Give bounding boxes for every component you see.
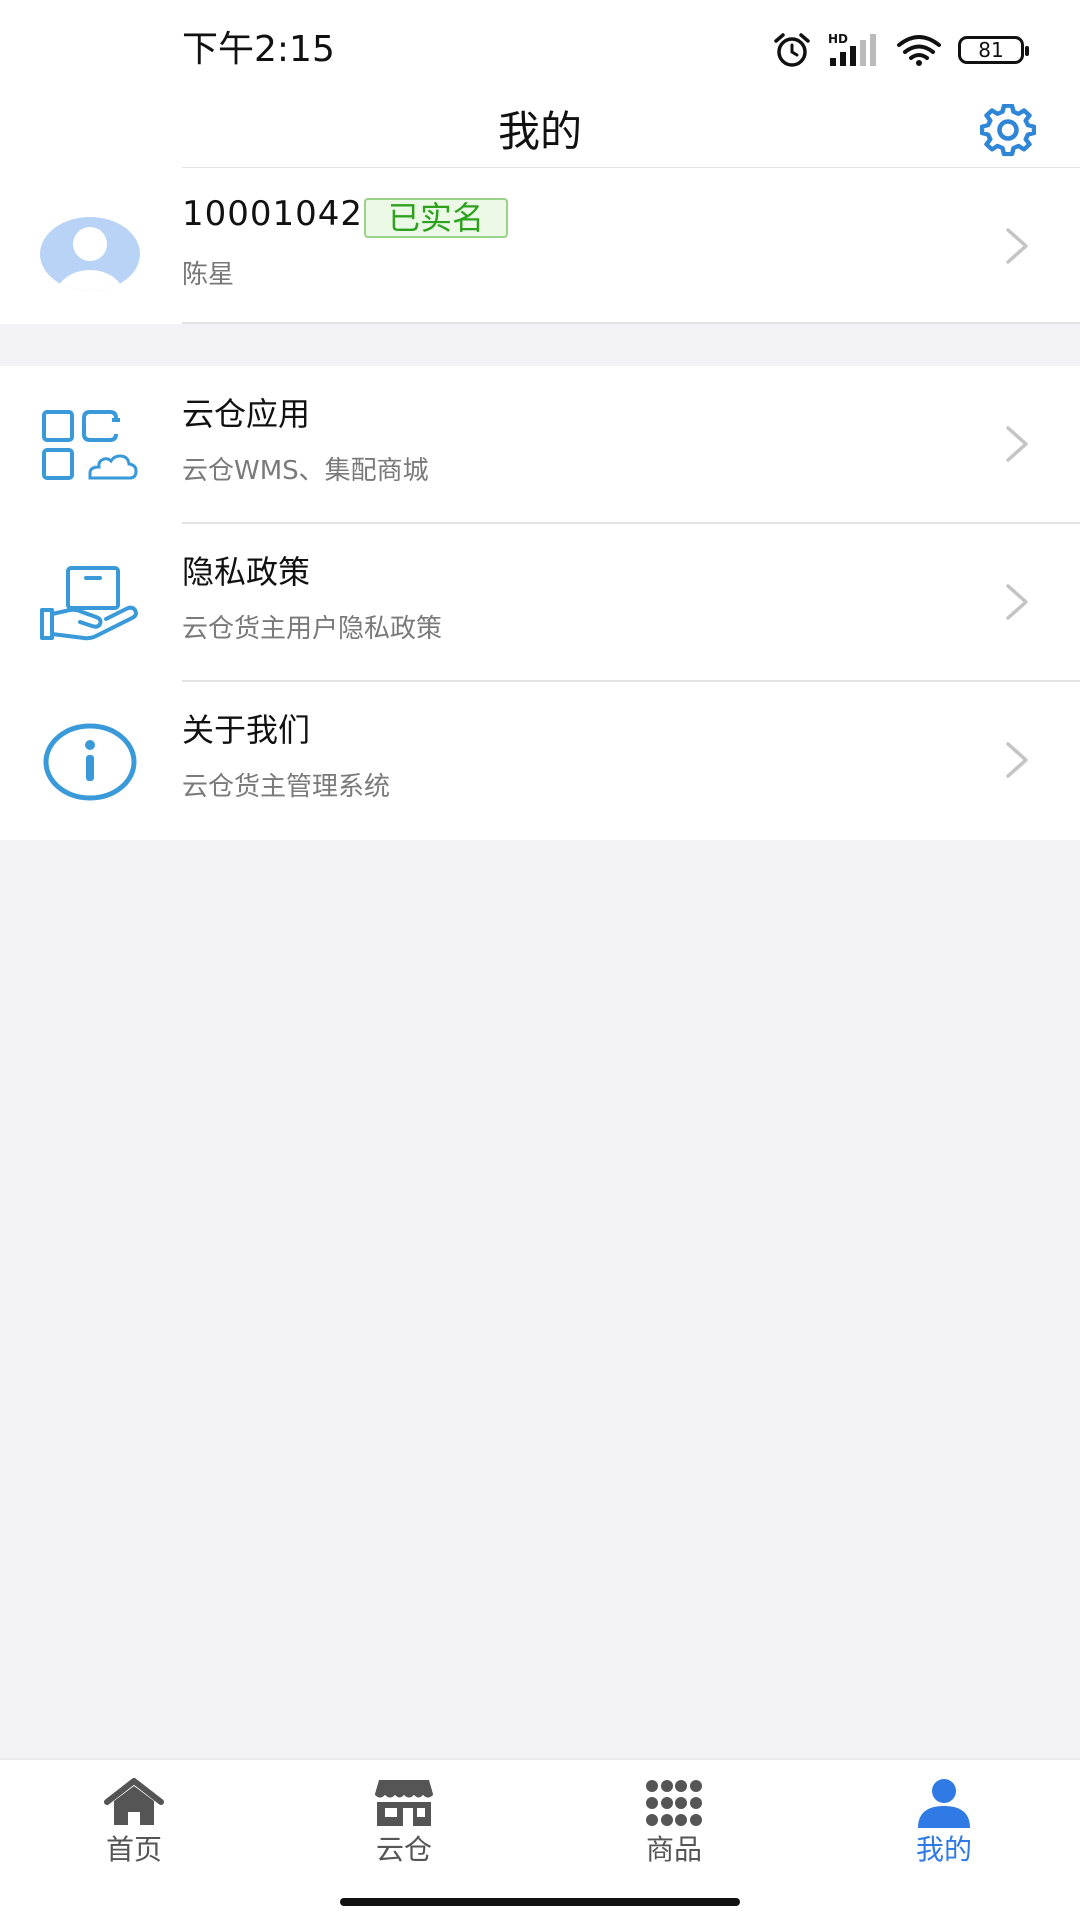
tab-label: 我的 xyxy=(915,1833,972,1866)
grid-dots-icon xyxy=(646,1780,702,1826)
apps-cloud-icon xyxy=(42,410,138,480)
menu-item-subtitle: 云仓货主管理系统 xyxy=(182,772,391,802)
page-title: 我的 xyxy=(497,107,582,156)
home-indicator xyxy=(340,1898,740,1906)
status-bar: 下午2:15 HD 81 xyxy=(0,0,1080,96)
avatar xyxy=(40,217,140,291)
hand-box-icon xyxy=(40,566,138,641)
battery-indicator: 81 xyxy=(958,36,1029,64)
tab-label: 首页 xyxy=(105,1833,162,1866)
profile-divider xyxy=(182,322,1080,324)
user-name: 陈星 xyxy=(182,260,235,290)
tab-label: 云仓 xyxy=(375,1833,432,1866)
user-id: 10001042 xyxy=(182,194,364,234)
menu-item-subtitle: 云仓货主用户隐私政策 xyxy=(182,614,443,644)
chevron-right-icon xyxy=(1006,228,1028,264)
nav-header: 我的 xyxy=(0,96,1080,168)
menu-item-about-us[interactable]: 关于我们 云仓货主管理系统 xyxy=(0,682,1080,838)
tab-label: 商品 xyxy=(645,1833,702,1866)
gear-icon xyxy=(980,104,1036,157)
battery-level: 81 xyxy=(978,38,1004,62)
verified-badge-label: 已实名 xyxy=(388,199,485,237)
cellular-signal-icon: HD xyxy=(828,32,876,66)
store-icon xyxy=(374,1780,434,1826)
tab-home[interactable]: 首页 xyxy=(34,1770,234,1890)
chevron-right-icon xyxy=(1006,742,1028,778)
menu-item-title: 云仓应用 xyxy=(182,395,311,433)
menu-item-title: 隐私政策 xyxy=(182,553,311,591)
chevron-right-icon xyxy=(1006,584,1028,620)
profile-card[interactable]: 10001042 已实名 陈星 xyxy=(0,168,1080,324)
verified-badge: 已实名 xyxy=(364,198,509,238)
user-icon xyxy=(918,1779,970,1828)
tab-mine[interactable]: 我的 xyxy=(844,1770,1044,1890)
status-time: 下午2:15 xyxy=(182,29,335,70)
home-icon xyxy=(104,1778,164,1825)
info-icon xyxy=(43,723,137,801)
alarm-icon xyxy=(774,33,810,67)
menu-item-title: 关于我们 xyxy=(182,711,311,749)
wifi-icon xyxy=(897,35,941,66)
menu-item-privacy-policy[interactable]: 隐私政策 云仓货主用户隐私政策 xyxy=(0,524,1080,680)
bottom-tab-bar: 首页 云仓 商品 我的 xyxy=(0,1758,1080,1920)
menu-item-subtitle: 云仓WMS、集配商城 xyxy=(182,456,429,486)
tab-cloud-warehouse[interactable]: 云仓 xyxy=(304,1770,504,1890)
hd-label: HD xyxy=(828,32,848,46)
settings-button[interactable] xyxy=(978,102,1038,162)
status-icons: HD 81 xyxy=(772,30,1029,70)
menu-item-cloud-apps[interactable]: 云仓应用 云仓WMS、集配商城 xyxy=(0,366,1080,522)
chevron-right-icon xyxy=(1006,426,1028,462)
menu-list: 云仓应用 云仓WMS、集配商城 隐私政策 云仓货主用户隐私政策 关于我们 云仓货… xyxy=(0,366,1080,840)
tab-products[interactable]: 商品 xyxy=(574,1770,774,1890)
